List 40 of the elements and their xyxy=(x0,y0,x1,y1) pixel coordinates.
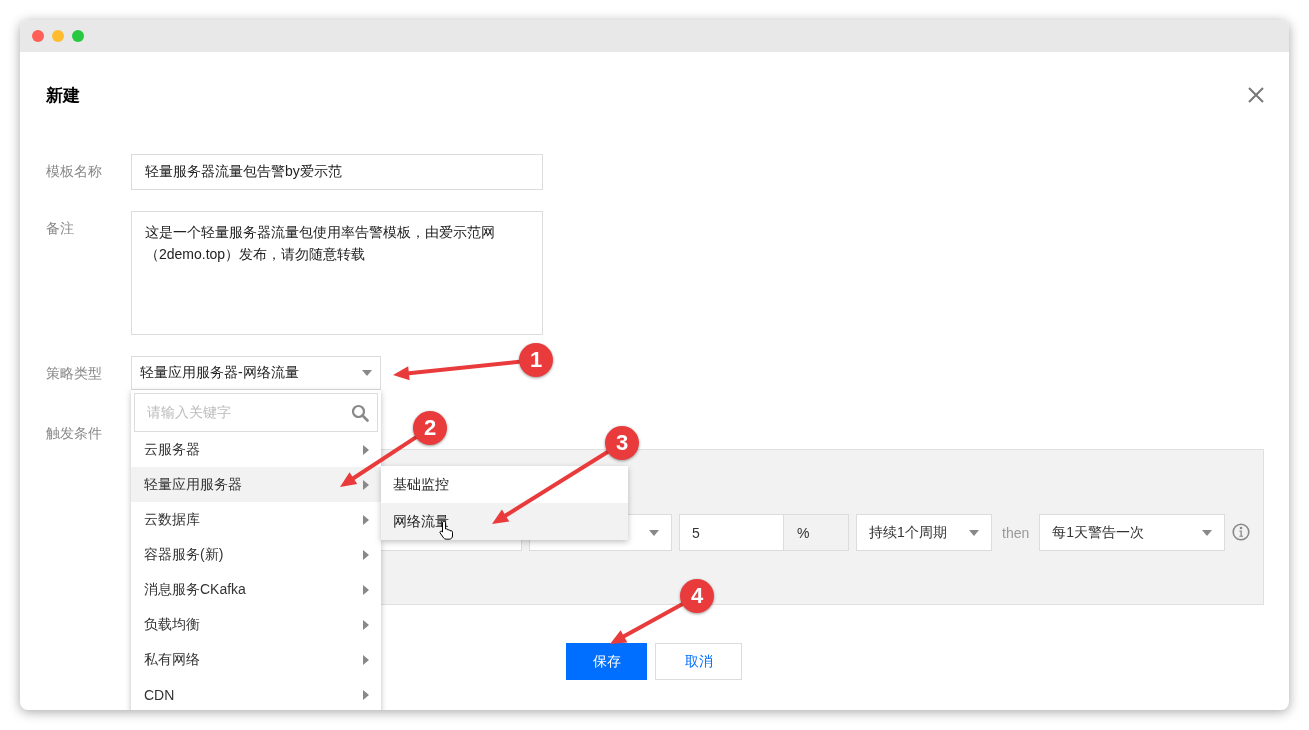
chevron-icon xyxy=(363,619,369,630)
chevron-icon xyxy=(363,444,369,455)
zoom-dot-icon[interactable] xyxy=(72,30,84,42)
unit-addon: % xyxy=(783,514,849,551)
duration-select[interactable]: 持续1个周期 xyxy=(856,514,992,551)
chevron-icon xyxy=(363,549,369,560)
info-icon[interactable] xyxy=(1232,523,1251,541)
close-dot-icon[interactable] xyxy=(32,30,44,42)
field-label: 触发条件 xyxy=(46,424,102,441)
field-label: 策略类型 xyxy=(46,364,103,383)
menu-item[interactable]: 消息服务CKafka xyxy=(131,572,381,607)
menu-item[interactable]: 私有网络 xyxy=(131,642,381,677)
menu-item[interactable]: 负载均衡 xyxy=(131,607,381,642)
menu-item[interactable]: 容器服务(新) xyxy=(131,537,381,572)
name-field[interactable]: 轻量服务器流量包告警by爱示范 xyxy=(131,154,543,190)
chevron-icon xyxy=(363,479,369,490)
caret-icon xyxy=(1202,529,1213,536)
field-label: 备注 xyxy=(46,219,75,238)
chevron-icon xyxy=(363,584,369,595)
menu-item[interactable]: 轻量应用服务器 xyxy=(131,467,381,502)
threshold-field[interactable]: 5 xyxy=(679,514,784,551)
close-icon[interactable] xyxy=(1248,87,1264,103)
caret-icon xyxy=(362,370,372,376)
menu-item[interactable]: CDN xyxy=(131,677,381,710)
chevron-icon xyxy=(363,514,369,525)
menu-item[interactable]: 云数据库 xyxy=(131,502,381,537)
caret-icon xyxy=(649,529,659,536)
dialog-title: 新建 xyxy=(46,84,80,107)
remark-field[interactable]: 这是一个轻量服务器流量包使用率告警模板，由爱示范网（2demo.top）发布，请勿随意转载 xyxy=(131,211,543,335)
frequency-select[interactable]: 每1天警告一次 xyxy=(1039,514,1226,551)
menu-item[interactable]: 云服务器 xyxy=(131,432,381,467)
chevron-icon xyxy=(363,654,369,665)
cancel-button[interactable]: 取消 xyxy=(655,643,742,680)
then-label: then xyxy=(1002,523,1030,543)
save-button[interactable]: 保存 xyxy=(566,643,647,680)
field-label: 模板名称 xyxy=(46,162,103,181)
minimize-dot-icon[interactable] xyxy=(52,30,64,42)
search-icon xyxy=(351,403,369,422)
chevron-icon xyxy=(363,689,369,700)
caret-icon xyxy=(969,529,979,536)
